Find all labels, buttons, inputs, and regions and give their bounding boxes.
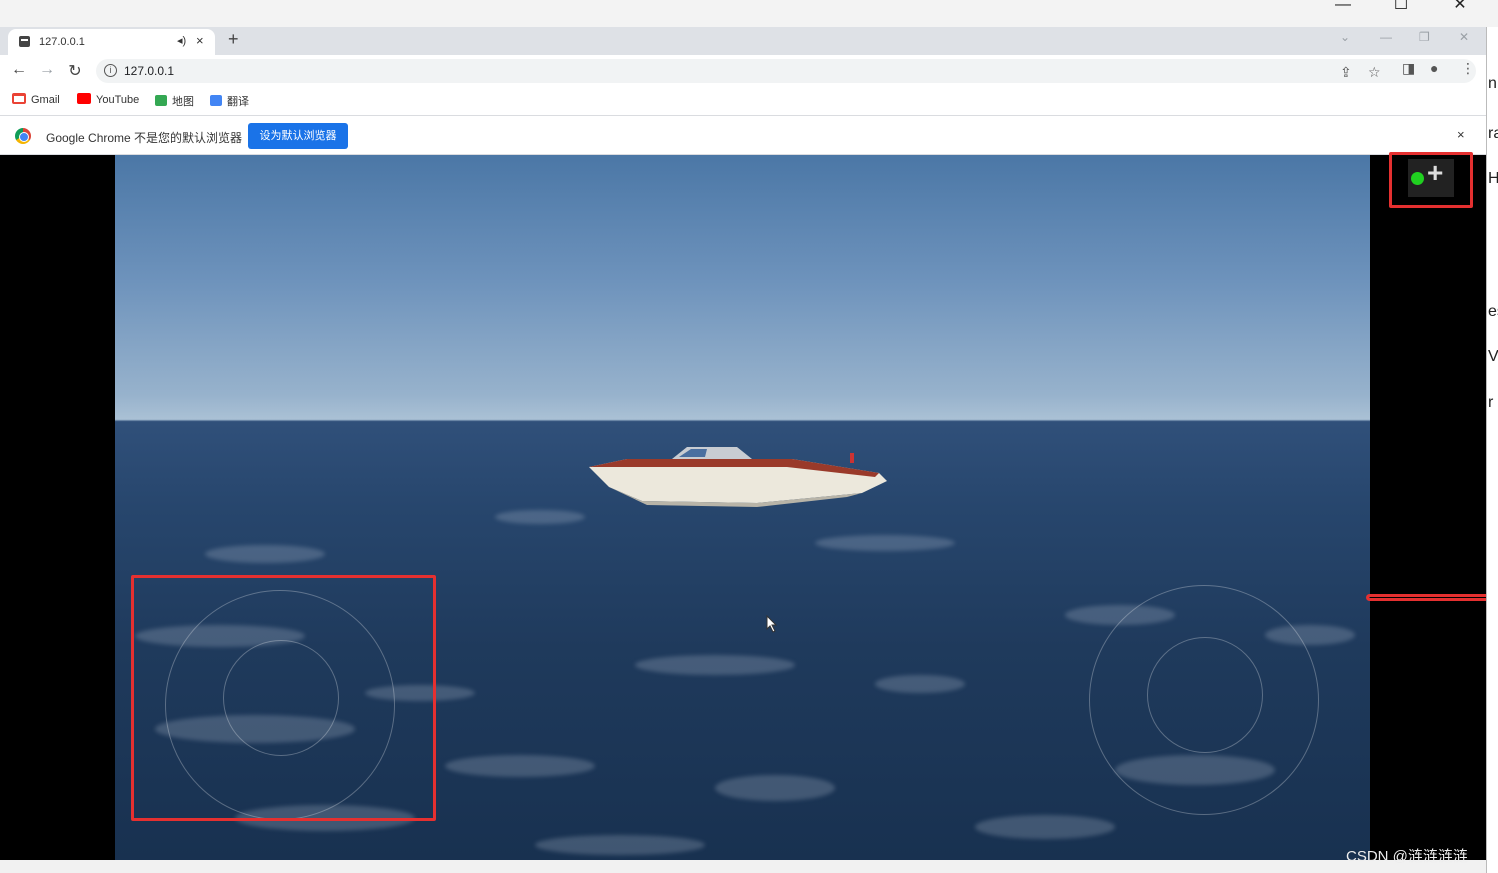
- csdn-watermark: CSDN @涟涟涟涟: [1346, 848, 1468, 865]
- tab-search-icon[interactable]: ⌄: [1340, 30, 1350, 44]
- edge-text: H: [1488, 170, 1498, 187]
- bookmark-translate[interactable]: 翻译: [210, 93, 249, 109]
- side-panel-icon[interactable]: ◨: [1402, 60, 1415, 77]
- chrome-logo-icon: [15, 128, 31, 144]
- right-joystick-knob[interactable]: [1147, 637, 1263, 753]
- back-arrow-icon[interactable]: ←: [10, 61, 28, 79]
- default-browser-infobar: Google Chrome 不是您的默认浏览器 设为默认浏览器 ×: [0, 115, 1486, 155]
- page-favicon-icon: [19, 36, 30, 47]
- annotation-line: [1366, 594, 1490, 601]
- infobar-message: Google Chrome 不是您的默认浏览器: [46, 131, 243, 145]
- reload-icon[interactable]: ↻: [66, 61, 84, 81]
- tab-active[interactable]: 127.0.0.1 ◂) ×: [8, 29, 215, 55]
- close-icon[interactable]: ✕: [1459, 30, 1469, 44]
- minimize-icon[interactable]: —: [1380, 30, 1392, 44]
- new-tab-button[interactable]: +: [228, 29, 239, 50]
- maps-icon: [155, 95, 167, 106]
- edge-text: r: [1488, 394, 1494, 411]
- annotation-box-joystick: [131, 575, 436, 821]
- menu-kebab-icon[interactable]: ⋮: [1461, 60, 1475, 77]
- address-url[interactable]: 127.0.0.1: [124, 64, 174, 78]
- bookmark-label: Gmail: [31, 94, 60, 106]
- forward-arrow-icon[interactable]: →: [38, 61, 56, 79]
- gmail-icon: [12, 93, 26, 104]
- star-icon[interactable]: ☆: [1368, 64, 1381, 81]
- address-bar[interactable]: i 127.0.0.1 ⇪ ☆: [96, 59, 1476, 83]
- mouse-cursor-icon: [766, 615, 778, 633]
- background-window-edge: n ra H es V r: [1486, 27, 1498, 873]
- site-info-icon[interactable]: i: [104, 64, 117, 77]
- bookmark-label: 翻译: [227, 96, 249, 108]
- infobar-close-button[interactable]: ×: [1457, 127, 1465, 142]
- youtube-icon: [77, 93, 91, 104]
- edge-text: ra: [1488, 125, 1498, 142]
- bookmark-maps[interactable]: 地图: [155, 93, 194, 109]
- speedboat-model: [589, 447, 887, 507]
- tab-close-button[interactable]: ×: [196, 33, 204, 48]
- edge-text: n: [1488, 75, 1497, 92]
- bookmark-gmail[interactable]: Gmail: [12, 93, 60, 106]
- bookmark-label: YouTube: [96, 94, 140, 106]
- edge-text: V: [1488, 348, 1498, 365]
- os-minimize-button[interactable]: —: [1323, 0, 1363, 14]
- edge-text: es: [1488, 303, 1498, 320]
- profile-avatar-icon[interactable]: ●: [1430, 60, 1438, 76]
- tab-strip: 127.0.0.1 ◂) × + ⌄ — ❐ ✕: [0, 27, 1486, 55]
- speaker-icon[interactable]: ◂): [177, 34, 186, 47]
- bookmark-label: 地图: [172, 96, 194, 108]
- tab-title: 127.0.0.1: [39, 36, 85, 48]
- restore-icon[interactable]: ❐: [1419, 30, 1430, 44]
- os-maximize-button[interactable]: ☐: [1381, 0, 1421, 14]
- browser-toolbar: ← → ↻ i 127.0.0.1 ⇪ ☆ ◨ ● ⋮: [0, 55, 1486, 88]
- bookmarks-bar: Gmail YouTube 地图 翻译: [0, 88, 1486, 114]
- set-default-browser-button[interactable]: 设为默认浏览器: [248, 123, 348, 149]
- share-icon[interactable]: ⇪: [1340, 64, 1352, 81]
- translate-icon: [210, 95, 222, 106]
- os-close-button[interactable]: ✕: [1440, 0, 1480, 14]
- annotation-box-widget: [1389, 152, 1473, 208]
- os-window-titlebar: — ☐ ✕: [0, 0, 1498, 27]
- bottom-strip: [0, 860, 1486, 873]
- bookmark-youtube[interactable]: YouTube: [77, 93, 139, 106]
